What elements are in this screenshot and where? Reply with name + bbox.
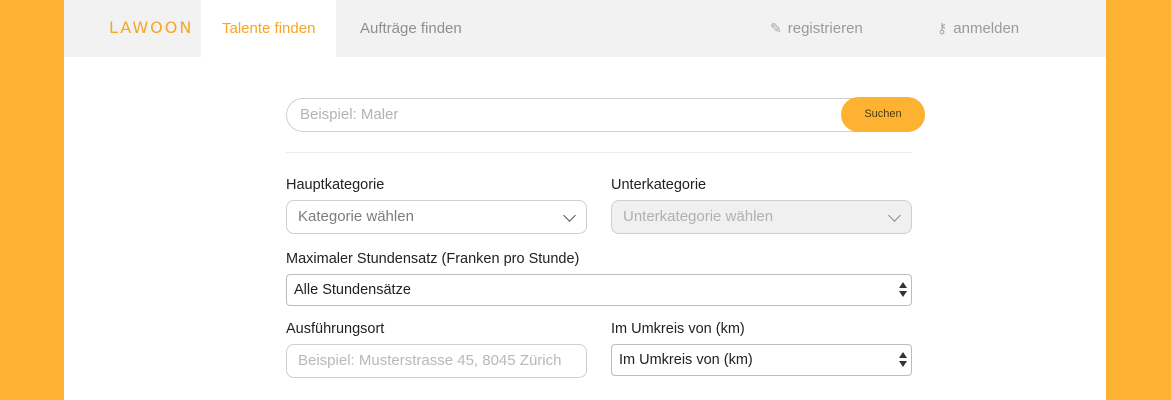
main-category-label: Hauptkategorie: [286, 177, 385, 193]
location-label: Ausführungsort: [286, 321, 385, 337]
location-input[interactable]: Beispiel: Musterstrasse 45, 8045 Zürich: [286, 344, 587, 378]
search-button[interactable]: Suchen: [841, 97, 925, 132]
sub-category-select[interactable]: Unterkategorie wählen: [611, 200, 912, 234]
sub-category-label: Unterkategorie: [611, 177, 707, 193]
chevron-down-icon: [563, 209, 576, 222]
page-container: LAWOON Talente finden Aufträge finden ✎ r…: [64, 0, 1106, 400]
main-category-select[interactable]: Kategorie wählen: [286, 200, 587, 234]
tab-talente-finden[interactable]: Talente finden: [201, 0, 337, 57]
logo[interactable]: LAWOON: [109, 18, 193, 37]
up-down-arrows-icon: [899, 352, 907, 368]
radius-label: Im Umkreis von (km): [611, 321, 745, 337]
chevron-down-icon: [888, 209, 901, 222]
pencil-icon: ✎: [770, 20, 782, 36]
radius-select[interactable]: Im Umkreis von (km): [611, 344, 912, 376]
rate-value: Alle Stundensätze: [294, 282, 411, 298]
register-link[interactable]: ✎ registrieren: [770, 0, 863, 57]
rate-label: Maximaler Stundensatz (Franken pro Stund…: [286, 251, 580, 267]
top-nav: LAWOON Talente finden Aufträge finden ✎ r…: [64, 0, 1106, 57]
key-icon: ⚷: [937, 20, 948, 36]
up-down-arrows-icon: [899, 282, 907, 298]
main-category-value: Kategorie wählen: [298, 208, 414, 225]
radius-value: Im Umkreis von (km): [619, 352, 753, 368]
login-label: anmelden: [953, 20, 1020, 37]
divider: [286, 152, 912, 153]
tab-auftraege-finden[interactable]: Aufträge finden: [339, 0, 483, 57]
login-link[interactable]: ⚷ anmelden: [937, 0, 1019, 57]
register-label: registrieren: [787, 20, 863, 37]
rate-select[interactable]: Alle Stundensätze: [286, 274, 912, 306]
search-input[interactable]: Beispiel: Maler: [286, 98, 925, 132]
sub-category-value: Unterkategorie wählen: [623, 208, 774, 225]
